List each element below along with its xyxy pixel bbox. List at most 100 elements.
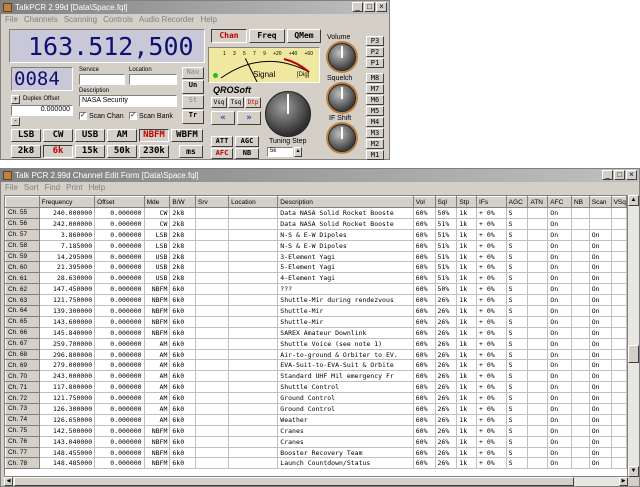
table-cell[interactable] <box>571 414 590 426</box>
table-cell[interactable]: S <box>506 327 529 339</box>
table-cell[interactable]: 0.000000 <box>94 240 145 252</box>
table-cell[interactable]: On <box>589 272 612 285</box>
table-cell[interactable]: 2k8 <box>169 218 196 230</box>
table-cell[interactable]: 0.000000 <box>94 457 145 470</box>
table-cell[interactable]: Ground Control <box>277 392 414 405</box>
table-cell[interactable] <box>611 240 627 252</box>
step-15k-button[interactable]: 15k <box>75 145 105 158</box>
mem-m7-button[interactable]: M7 <box>366 84 384 94</box>
table-cell[interactable] <box>527 381 549 394</box>
maximize-button[interactable]: □ <box>364 2 375 12</box>
column-header[interactable]: Location <box>228 196 279 208</box>
table-cell[interactable]: 0.000000 <box>94 359 145 372</box>
column-header[interactable]: NB <box>570 196 590 208</box>
table-cell[interactable]: 14.295000 <box>39 251 96 263</box>
column-header[interactable]: Scan <box>588 196 612 208</box>
row-header[interactable]: Ch. 76 <box>5 435 40 448</box>
row-header[interactable]: Ch. 67 <box>5 337 40 350</box>
table-cell[interactable]: 51% <box>435 229 458 241</box>
table-cell[interactable]: 51% <box>435 251 458 263</box>
table-cell[interactable] <box>527 316 549 328</box>
table-cell[interactable]: S <box>506 447 529 459</box>
table-cell[interactable]: On <box>589 316 612 328</box>
table-cell[interactable]: On <box>547 327 572 339</box>
table-cell[interactable]: 143.040000 <box>39 436 96 448</box>
table-cell[interactable]: + 0% <box>476 261 507 274</box>
table-cell[interactable]: S <box>506 414 529 426</box>
table-cell[interactable]: + 0% <box>476 229 507 241</box>
table-cell[interactable]: + 0% <box>476 392 507 405</box>
table-cell[interactable]: CW <box>144 207 171 219</box>
table-cell[interactable]: 1k <box>456 425 478 437</box>
table-cell[interactable]: 26% <box>435 381 458 394</box>
table-cell[interactable]: 60% <box>413 403 436 415</box>
mem-m3-button[interactable]: M3 <box>366 128 384 138</box>
table-cell[interactable]: 121.750000 <box>39 294 96 307</box>
row-header[interactable]: Ch. 59 <box>5 250 40 263</box>
table-cell[interactable]: On <box>547 349 572 361</box>
table-cell[interactable]: 60% <box>413 425 436 437</box>
table-cell[interactable]: S <box>506 240 529 252</box>
table-cell[interactable]: S <box>506 457 529 470</box>
table-cell[interactable] <box>527 457 549 470</box>
table-cell[interactable]: 6k0 <box>169 349 196 361</box>
table-cell[interactable]: + 0% <box>476 425 507 437</box>
tuning-knob[interactable] <box>265 91 311 137</box>
frequency-display[interactable]: 163.512,500 <box>9 29 205 63</box>
column-header[interactable]: B/W <box>169 196 196 208</box>
table-cell[interactable]: On <box>547 240 572 252</box>
edit-menu-file[interactable]: File <box>5 182 18 194</box>
row-header[interactable]: Ch. 68 <box>5 348 40 361</box>
table-cell[interactable]: 1k <box>456 392 478 405</box>
table-cell[interactable] <box>571 327 590 339</box>
table-cell[interactable]: 26% <box>435 338 458 350</box>
table-cell[interactable] <box>571 425 590 437</box>
table-cell[interactable]: On <box>589 403 612 415</box>
table-cell[interactable]: 26% <box>435 403 458 415</box>
table-cell[interactable]: 6k0 <box>169 327 196 339</box>
table-cell[interactable]: 6k0 <box>169 338 196 350</box>
table-cell[interactable]: S <box>506 316 529 328</box>
edit-minimize-button[interactable]: _ <box>602 170 613 180</box>
table-cell[interactable] <box>228 370 279 383</box>
table-cell[interactable]: AM <box>144 392 171 405</box>
table-cell[interactable] <box>527 370 549 383</box>
table-cell[interactable]: 26% <box>435 414 458 426</box>
table-cell[interactable]: 0.000000 <box>94 261 145 274</box>
table-cell[interactable]: 28.630000 <box>39 272 96 285</box>
table-cell[interactable]: On <box>589 283 612 296</box>
scroll-left-button[interactable]: ◀ <box>4 477 13 486</box>
table-cell[interactable]: NBFM <box>144 327 171 339</box>
mem-m8-button[interactable]: M8 <box>366 73 384 83</box>
row-header[interactable]: Ch. 77 <box>5 446 40 459</box>
ifshift-knob[interactable] <box>328 124 356 152</box>
table-cell[interactable]: On <box>589 294 612 307</box>
table-cell[interactable]: LSB <box>144 229 171 241</box>
table-cell[interactable]: 142.500000 <box>39 425 96 437</box>
table-cell[interactable]: 0.000000 <box>94 272 145 285</box>
table-cell[interactable]: NBFM <box>144 294 171 307</box>
table-cell[interactable]: S <box>506 283 529 296</box>
row-header[interactable]: Ch. 65 <box>5 315 40 328</box>
table-cell[interactable] <box>228 436 279 448</box>
table-cell[interactable]: 296.800000 <box>39 349 96 361</box>
table-cell[interactable]: On <box>547 316 572 328</box>
table-cell[interactable]: On <box>547 283 572 296</box>
table-cell[interactable] <box>228 207 279 219</box>
table-cell[interactable] <box>228 294 279 307</box>
table-cell[interactable]: 1k <box>456 381 478 394</box>
table-cell[interactable]: + 0% <box>476 294 507 307</box>
table-cell[interactable]: 6k0 <box>169 403 196 415</box>
table-cell[interactable] <box>571 272 590 285</box>
table-cell[interactable] <box>527 240 549 252</box>
ms-button[interactable]: ms <box>179 145 203 158</box>
tuning-step-select[interactable]: 5k <box>267 147 293 157</box>
table-cell[interactable] <box>571 207 590 219</box>
table-cell[interactable]: SAREX Amateur Downlink <box>277 327 414 339</box>
table-cell[interactable]: 60% <box>413 392 436 405</box>
table-cell[interactable] <box>611 272 627 285</box>
table-cell[interactable]: On <box>589 229 612 241</box>
row-header[interactable]: Ch. 71 <box>5 381 40 394</box>
row-header[interactable]: Ch. 56 <box>5 217 40 230</box>
table-cell[interactable]: 0.000000 <box>94 327 145 339</box>
